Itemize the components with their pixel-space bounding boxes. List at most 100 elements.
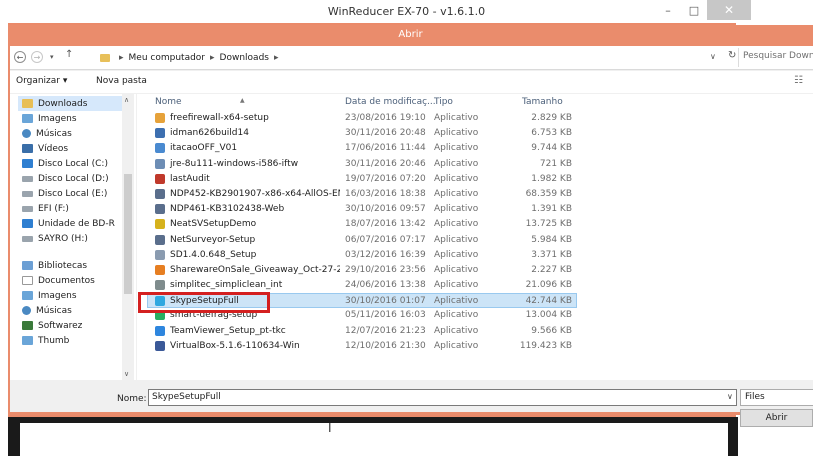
recent-dropdown-icon[interactable]: ▾: [50, 53, 54, 61]
window-controls: – □ ✕: [655, 0, 751, 20]
maximize-button[interactable]: □: [681, 0, 707, 20]
nav-item[interactable]: EFI (F:): [22, 201, 122, 216]
nav-item-label: Imagens: [38, 290, 77, 301]
application-icon: [155, 204, 165, 215]
nav-item[interactable]: Thumb: [22, 333, 122, 348]
back-arrow-icon[interactable]: ←: [14, 51, 26, 63]
file-date: 03/12/2016 16:39: [345, 249, 426, 260]
file-size: 1.982 KB: [531, 173, 572, 184]
file-row[interactable]: itacaoOFF_V01 17/06/2016 11:44 Aplicativo 9…: [137, 141, 813, 156]
file-row[interactable]: NeatSVSetupDemo 18/07/2016 13:42 Aplicativ…: [137, 217, 813, 232]
chevron-right-icon: ▸: [210, 53, 215, 63]
file-name: NetSurveyor-Setup: [170, 234, 256, 245]
nav-item[interactable]: Bibliotecas: [22, 258, 122, 273]
nav-item[interactable]: Disco Local (E:): [22, 186, 122, 201]
view-options-icon[interactable]: ☷: [794, 75, 803, 86]
file-size: 9.566 KB: [531, 325, 572, 336]
file-date: 19/07/2016 07:20: [345, 173, 426, 184]
nav-item[interactable]: Músicas: [22, 126, 122, 141]
file-size: 6.753 KB: [531, 128, 572, 139]
close-button[interactable]: ✕: [707, 0, 751, 20]
file-type: Aplicativo: [434, 113, 479, 123]
file-size: 21.096 KB: [525, 280, 572, 291]
file-row[interactable]: simplitec_simpliclean_int 24/06/2016 13:3…: [137, 278, 813, 293]
nav-item[interactable]: Imagens: [22, 111, 122, 126]
application-icon: [155, 249, 165, 260]
file-row[interactable]: lastAudit 19/07/2016 07:20 Aplicativo 1.982…: [137, 172, 813, 187]
nav-item[interactable]: Downloads: [18, 96, 124, 111]
file-name: TeamViewer_Setup_pt-tkc: [170, 325, 286, 336]
nav-list: Downloads Imagens Músicas Vídeos Disco Local…: [18, 96, 124, 348]
address-path[interactable]: ▸ Meu computador ▸ Downloads ▸: [100, 49, 720, 67]
file-name-cell: idman626build14: [155, 128, 340, 139]
nav-item[interactable]: Unidade de BD-R: [22, 216, 122, 231]
nav-item[interactable]: Vídeos: [22, 141, 122, 156]
lib-icon: [22, 261, 33, 270]
file-name: NDP452-KB2901907-x86-x64-AllOS-ENU: [170, 188, 340, 199]
filename-dropdown-icon[interactable]: ∨: [727, 392, 733, 401]
nav-item[interactable]: Disco Local (C:): [22, 156, 122, 171]
file-size: 721 KB: [539, 158, 572, 169]
nav-item[interactable]: Documentos: [22, 273, 122, 288]
file-size: 42.744 KB: [525, 296, 572, 307]
filename-input[interactable]: SkypeSetupFull: [148, 389, 737, 406]
nav-item[interactable]: Disco Local (D:): [22, 171, 122, 186]
address-dropdown-icon[interactable]: ∨: [710, 52, 716, 61]
column-header-date[interactable]: Data de modificaç...: [345, 97, 436, 111]
minimize-button[interactable]: –: [655, 0, 681, 20]
filetype-select[interactable]: Files: [740, 389, 813, 406]
file-row[interactable]: NDP452-KB2901907-x86-x64-AllOS-ENU 16/03/…: [137, 187, 813, 202]
file-row[interactable]: freefirewall-x64-setup 23/08/2016 19:10 Ap…: [137, 111, 813, 126]
refresh-icon[interactable]: ↻: [728, 50, 736, 61]
file-date: 30/11/2016 20:48: [345, 128, 426, 139]
address-bar-row: ← → ▾ ↑ ▸ Meu computador ▸ Downloads ▸ ∨…: [10, 46, 813, 70]
application-icon: [155, 280, 165, 291]
up-arrow-icon[interactable]: ↑: [65, 49, 73, 60]
file-name: SharewareOnSale_Giveaway_Oct-27-2016...: [170, 264, 340, 275]
nav-scrollbar[interactable]: ∧ ∨: [122, 94, 134, 380]
nav-item-label: Documentos: [38, 275, 95, 286]
file-list-pane: Nome ▲ Data de modificaç... Tipo Tamanho…: [137, 94, 813, 380]
scroll-up-icon[interactable]: ∧: [124, 96, 129, 104]
column-header-size[interactable]: Tamanho: [522, 97, 563, 111]
file-row[interactable]: SD1.4.0.648_Setup 03/12/2016 16:39 Aplicat…: [137, 248, 813, 263]
file-row[interactable]: jre-8u111-windows-i586-iftw 30/11/2016 20…: [137, 157, 813, 172]
organize-button[interactable]: Organizar ▾: [16, 76, 67, 86]
pic-icon: [22, 336, 33, 345]
column-header-type[interactable]: Tipo: [434, 97, 453, 111]
file-row[interactable]: NDP461-KB3102438-Web 30/10/2016 09:57 Apli…: [137, 202, 813, 217]
breadcrumb-item[interactable]: Downloads: [220, 53, 269, 63]
file-name-cell: VirtualBox-5.1.6-110634-Win: [155, 340, 340, 351]
open-button[interactable]: Abrir: [740, 409, 813, 427]
file-row[interactable]: TeamViewer_Setup_pt-tkc 12/07/2016 21:23 A…: [137, 324, 813, 339]
search-input[interactable]: Pesquisar Downloads: [738, 48, 813, 67]
application-icon: [155, 264, 165, 275]
nav-item[interactable]: SAYRO (H:): [22, 231, 122, 246]
dialog-toolbar: Organizar ▾ Nova pasta ☷: [10, 71, 813, 93]
file-type: Aplicativo: [434, 143, 479, 154]
breadcrumb-item[interactable]: Meu computador: [129, 53, 205, 63]
nav-item[interactable]: Músicas: [22, 303, 122, 318]
nav-item[interactable]: Imagens: [22, 288, 122, 303]
scroll-down-icon[interactable]: ∨: [124, 370, 129, 378]
file-row[interactable]: SharewareOnSale_Giveaway_Oct-27-2016... 2…: [137, 263, 813, 278]
nav-item-label: Disco Local (D:): [38, 173, 109, 184]
file-type: Aplicativo: [434, 249, 479, 260]
selection-highlight-box: [138, 292, 270, 313]
file-size: 68.359 KB: [525, 188, 572, 199]
application-icon: [155, 173, 165, 184]
column-header-name[interactable]: Nome ▲: [155, 97, 345, 111]
new-folder-button[interactable]: Nova pasta: [96, 76, 147, 86]
nav-item-label: SAYRO (H:): [38, 233, 88, 244]
file-name-cell: NDP452-KB2901907-x86-x64-AllOS-ENU: [155, 188, 340, 199]
scroll-thumb[interactable]: [124, 174, 132, 294]
file-row[interactable]: idman626build14 30/11/2016 20:48 Aplicativ…: [137, 126, 813, 141]
file-name: idman626build14: [170, 128, 249, 139]
file-type: Aplicativo: [434, 219, 479, 230]
application-icon: [155, 325, 165, 336]
file-row[interactable]: NetSurveyor-Setup 06/07/2016 07:17 Aplicat…: [137, 233, 813, 248]
nav-item-label: Músicas: [36, 128, 72, 139]
nav-item[interactable]: Softwarez: [22, 318, 122, 333]
forward-arrow-icon[interactable]: →: [31, 51, 43, 63]
file-row[interactable]: VirtualBox-5.1.6-110634-Win 12/10/2016 21…: [137, 339, 813, 354]
